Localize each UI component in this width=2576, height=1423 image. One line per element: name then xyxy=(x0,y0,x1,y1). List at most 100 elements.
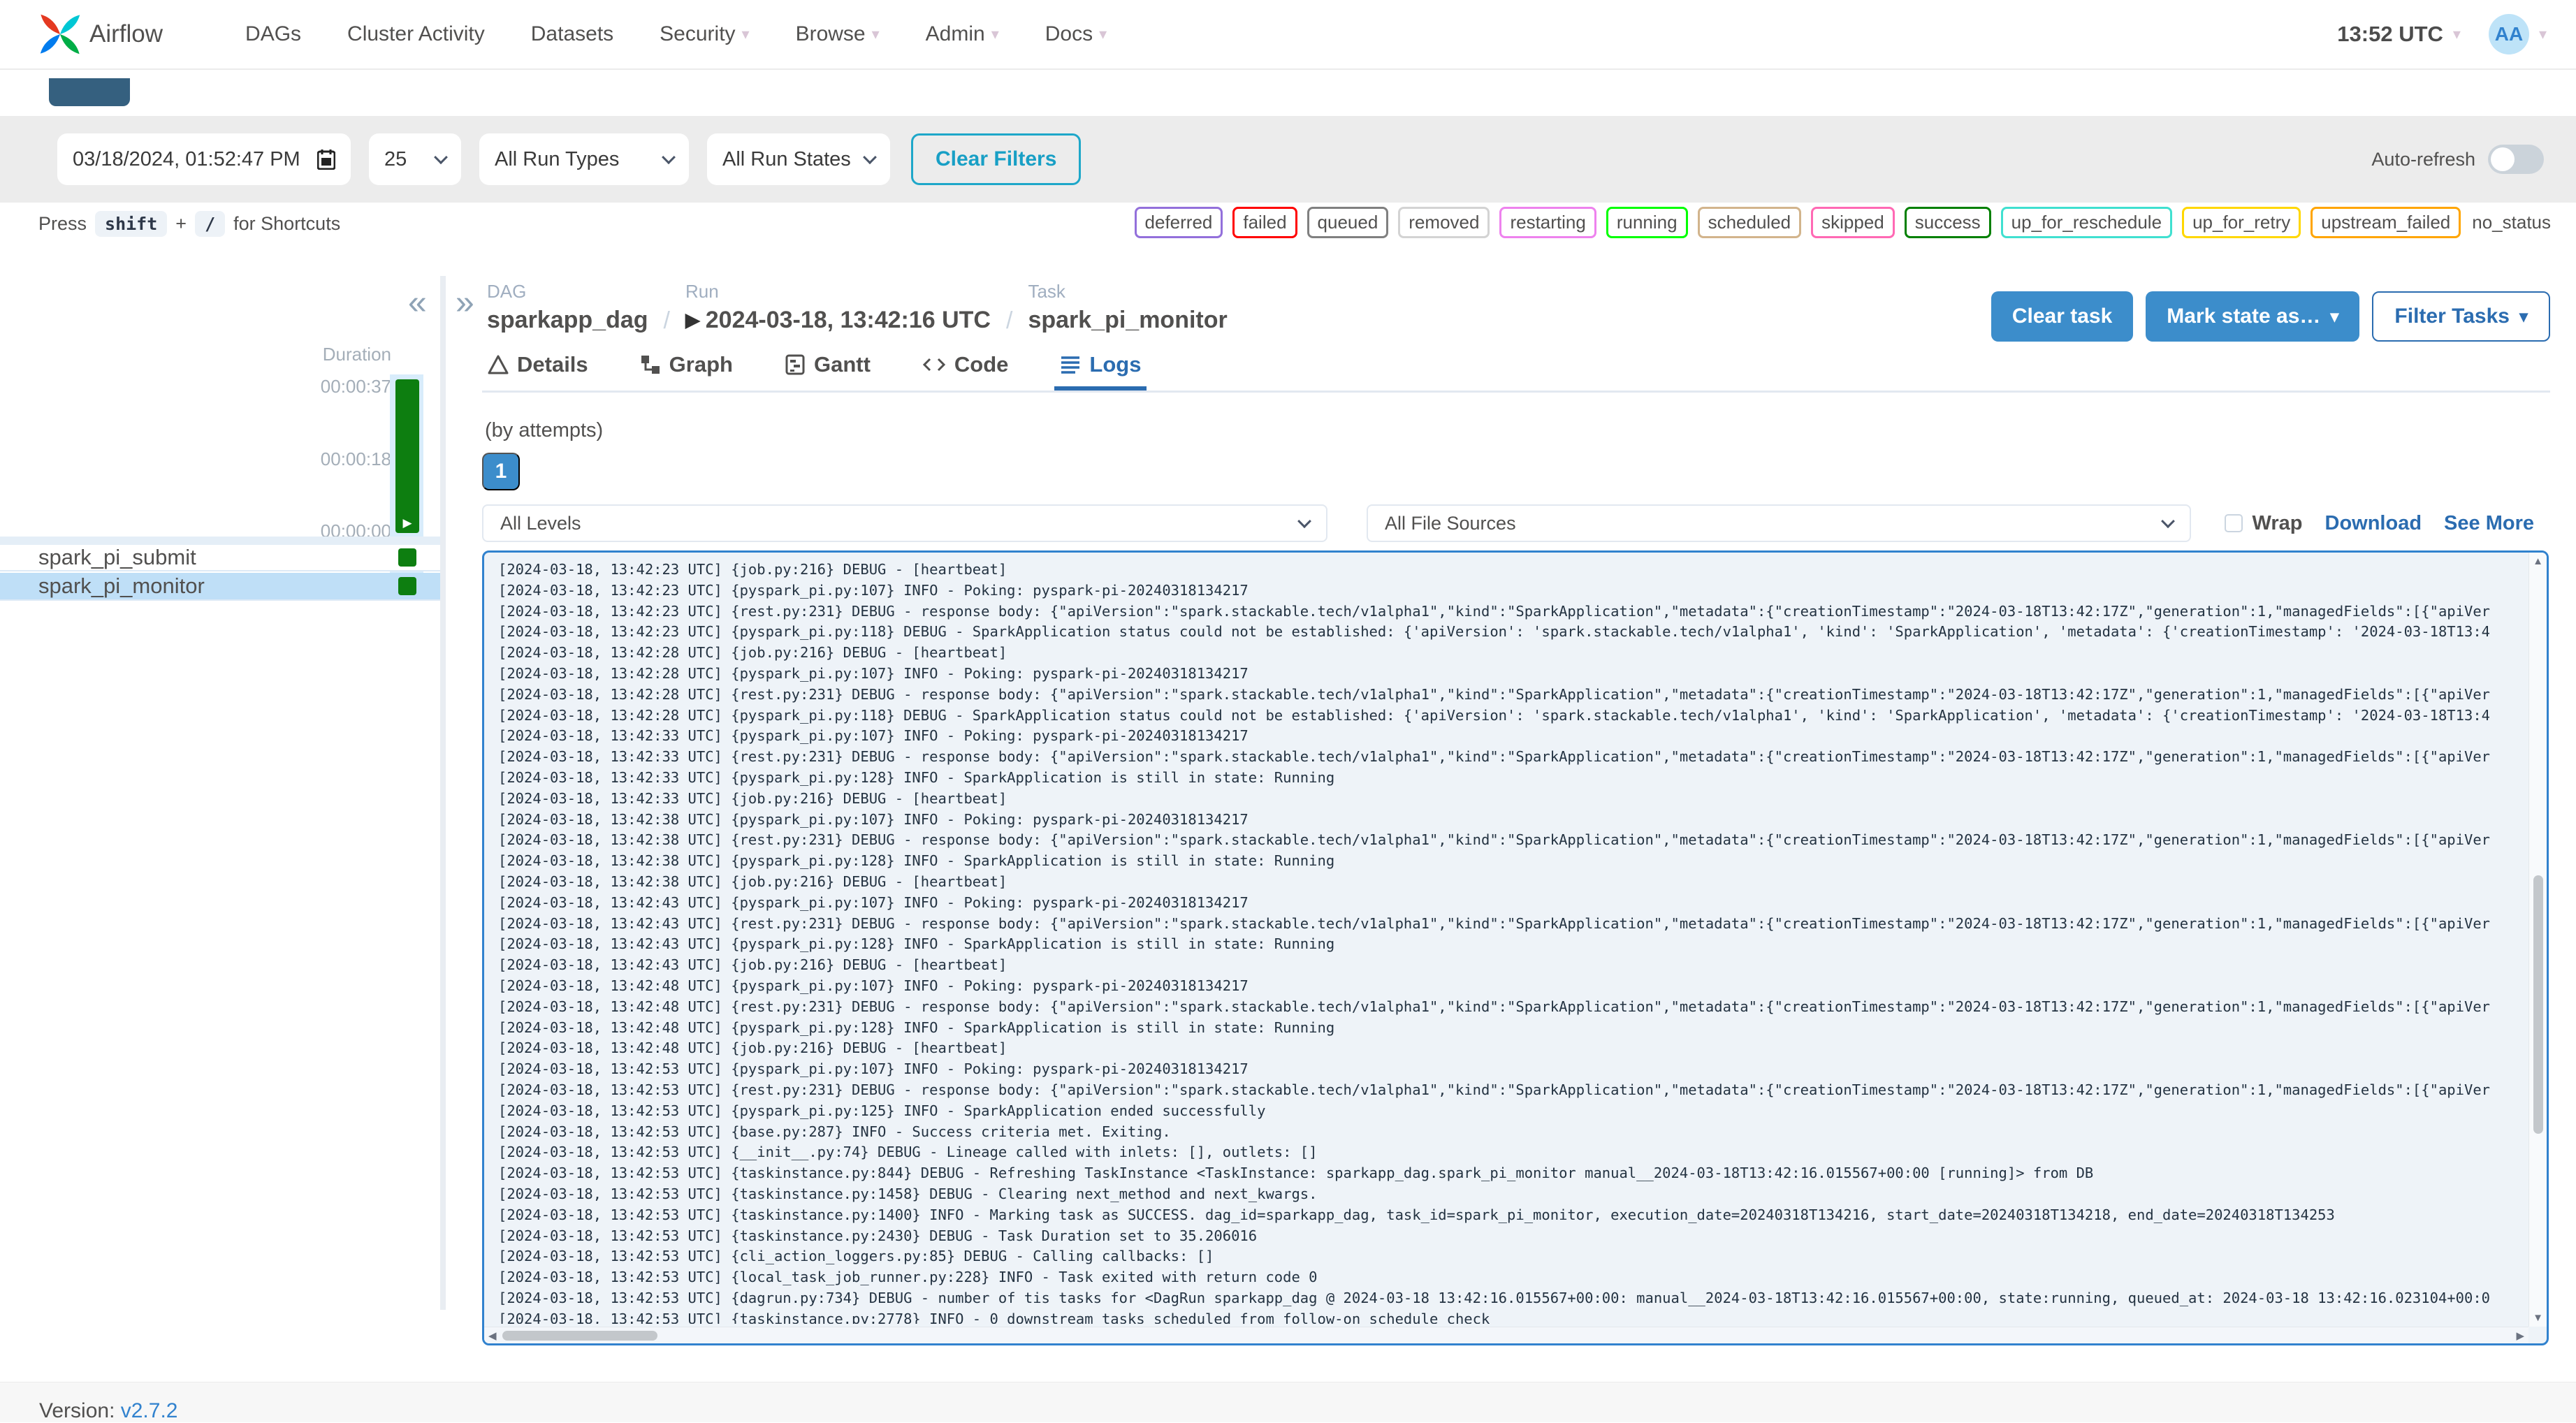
grid-header-divider xyxy=(0,537,440,545)
expand-panel-icon[interactable]: » xyxy=(456,286,474,320)
chevron-down-icon: ▾ xyxy=(991,25,999,43)
chevron-down-icon: ▾ xyxy=(741,25,750,43)
log-line: [2024-03-18, 13:42:23 UTC] {rest.py:231}… xyxy=(498,602,2491,620)
run-timestamp: 2024-03-18, 13:42:16 UTC xyxy=(705,307,991,333)
mark-state-button[interactable]: Mark state as… ▾ xyxy=(2146,291,2360,342)
plus-text: + xyxy=(175,213,187,234)
base-date-input[interactable]: 03/18/2024, 01:52:47 PM xyxy=(57,133,351,185)
nav-item[interactable]: Security ▾ xyxy=(660,22,749,46)
filter-tasks-button[interactable]: Filter Tasks ▾ xyxy=(2372,291,2550,342)
log-line: [2024-03-18, 13:42:38 UTC] {job.py:216} … xyxy=(498,873,1007,890)
log-level-select[interactable]: All Levels xyxy=(482,504,1327,542)
panel-divider[interactable] xyxy=(440,276,446,1310)
status-badge[interactable]: queued xyxy=(1307,207,1389,238)
status-badge[interactable]: no_status xyxy=(2471,209,2552,236)
log-line: [2024-03-18, 13:42:53 UTC] {pyspark_pi.p… xyxy=(498,1060,1249,1078)
clock[interactable]: 13:52 UTC xyxy=(2337,22,2443,47)
nav-item[interactable]: Datasets ▾ xyxy=(531,22,613,46)
calendar-icon[interactable] xyxy=(317,149,335,170)
log-lines[interactable]: [2024-03-18, 13:42:23 UTC] {job.py:216} … xyxy=(498,560,2527,1324)
tab-graph[interactable]: Graph xyxy=(634,346,738,391)
nav-item[interactable]: Cluster Activity ▾ xyxy=(347,22,485,46)
scroll-down-icon[interactable]: ▼ xyxy=(2533,1312,2543,1324)
breadcrumb-task: Task spark_pi_monitor xyxy=(1028,281,1227,335)
status-badge[interactable]: running xyxy=(1606,207,1688,238)
vertical-scroll-thumb[interactable] xyxy=(2533,875,2543,1134)
version-link[interactable]: v2.7.2 xyxy=(121,1399,178,1422)
vertical-scrollbar[interactable]: ▲ ▼ xyxy=(2528,553,2547,1327)
task-row[interactable]: spark_pi_submit xyxy=(0,545,440,571)
log-level-value: All Levels xyxy=(500,512,581,534)
status-badge[interactable]: failed xyxy=(1232,207,1297,238)
attempt-1-button[interactable]: 1 xyxy=(482,453,520,490)
tab-logs[interactable]: Logs xyxy=(1054,346,1147,391)
breadcrumb-task-value[interactable]: spark_pi_monitor xyxy=(1028,307,1227,334)
log-line: [2024-03-18, 13:42:43 UTC] {pyspark_pi.p… xyxy=(498,935,1335,953)
status-badge[interactable]: success xyxy=(1904,207,1991,238)
clear-filters-button[interactable]: Clear Filters xyxy=(911,133,1082,185)
navbar-right: 13:52 UTC ▾ AA ▾ xyxy=(2337,14,2547,54)
nav-item[interactable]: Docs ▾ xyxy=(1045,22,1107,46)
wrap-checkbox[interactable] xyxy=(2224,514,2243,532)
base-date-value: 03/18/2024, 01:52:47 PM xyxy=(73,147,300,170)
task-instance-status-square[interactable] xyxy=(398,548,416,567)
nav-item-label: Docs xyxy=(1045,22,1093,45)
main-nav: DAGs ▾ Cluster Activity ▾ Datasets ▾ Sec… xyxy=(245,22,1107,46)
dag-run-duration-bar[interactable]: ▶ xyxy=(395,379,419,533)
wrap-control[interactable]: Wrap xyxy=(2224,511,2303,535)
horizontal-scrollbar[interactable]: ◀ ▶ xyxy=(484,1327,2528,1343)
run-states-select[interactable]: All Run States xyxy=(707,133,890,185)
run-states-value: All Run States xyxy=(722,147,851,170)
tab-code[interactable]: Code xyxy=(917,346,1014,391)
clear-task-button[interactable]: Clear task xyxy=(1991,291,2134,342)
see-more-link[interactable]: See More xyxy=(2444,512,2534,535)
tab-gantt[interactable]: Gantt xyxy=(779,346,876,391)
nav-item[interactable]: Admin ▾ xyxy=(926,22,999,46)
breadcrumb-dag-value[interactable]: sparkapp_dag xyxy=(487,307,648,334)
horizontal-scroll-thumb[interactable] xyxy=(502,1331,657,1341)
nav-item-label: Browse xyxy=(795,22,866,45)
nav-item[interactable]: Browse ▾ xyxy=(796,22,880,46)
tab-details[interactable]: Details xyxy=(482,346,594,391)
gantt-icon xyxy=(785,354,805,374)
run-types-select[interactable]: All Run Types xyxy=(479,133,689,185)
log-line: [2024-03-18, 13:42:28 UTC] {pyspark_pi.p… xyxy=(498,664,1249,682)
page-size-select[interactable]: 25 xyxy=(369,133,461,185)
task-instance-status-square[interactable] xyxy=(398,577,416,595)
auto-refresh-toggle[interactable] xyxy=(2488,145,2544,174)
status-badge[interactable]: up_for_retry xyxy=(2182,207,2301,238)
nav-item[interactable]: DAGs ▾ xyxy=(245,22,301,46)
scroll-left-icon[interactable]: ◀ xyxy=(488,1329,497,1342)
task-name[interactable]: spark_pi_monitor xyxy=(38,574,205,599)
status-badge[interactable]: up_for_reschedule xyxy=(2000,207,2173,238)
task-row[interactable]: spark_pi_monitor xyxy=(0,573,440,601)
log-line: [2024-03-18, 13:42:33 UTC] {job.py:216} … xyxy=(498,789,1007,807)
collapse-panel-icon[interactable]: « xyxy=(408,286,427,320)
chevron-down-icon[interactable]: ▾ xyxy=(2453,25,2461,43)
log-line: [2024-03-18, 13:42:23 UTC] {pyspark_pi.p… xyxy=(498,623,2491,641)
run-types-value: All Run Types xyxy=(495,147,620,170)
wrap-label: Wrap xyxy=(2252,511,2303,534)
scroll-up-icon[interactable]: ▲ xyxy=(2533,555,2543,567)
download-link[interactable]: Download xyxy=(2325,512,2422,535)
status-badge[interactable]: restarting xyxy=(1499,207,1596,238)
status-badge[interactable]: deferred xyxy=(1134,207,1223,238)
status-badge[interactable]: scheduled xyxy=(1697,207,1802,238)
task-name[interactable]: spark_pi_submit xyxy=(38,545,196,570)
navbar: Airflow DAGs ▾ Cluster Activity ▾ Datase… xyxy=(0,0,2576,70)
status-badge[interactable]: skipped xyxy=(1811,207,1895,238)
avatar[interactable]: AA xyxy=(2488,14,2529,54)
detail-tabs: Details Graph Gantt Code Logs xyxy=(482,346,2550,393)
manual-run-icon: ▶ xyxy=(685,309,700,330)
file-source-select[interactable]: All File Sources xyxy=(1367,504,2191,542)
chevron-down-icon[interactable]: ▾ xyxy=(2539,25,2547,43)
status-badge[interactable]: upstream_failed xyxy=(2311,207,2461,238)
log-line: [2024-03-18, 13:42:53 UTC] {local_task_j… xyxy=(498,1269,1318,1286)
scroll-right-icon[interactable]: ▶ xyxy=(2516,1329,2524,1342)
chevron-down-icon: ▾ xyxy=(871,25,880,43)
breadcrumb-run-value[interactable]: ▶ 2024-03-18, 13:42:16 UTC xyxy=(685,307,991,334)
auto-refresh-label: Auto-refresh xyxy=(2371,148,2475,170)
mark-state-label: Mark state as… xyxy=(2167,305,2321,328)
manual-run-icon: ▶ xyxy=(402,516,412,530)
status-badge[interactable]: removed xyxy=(1398,207,1490,238)
